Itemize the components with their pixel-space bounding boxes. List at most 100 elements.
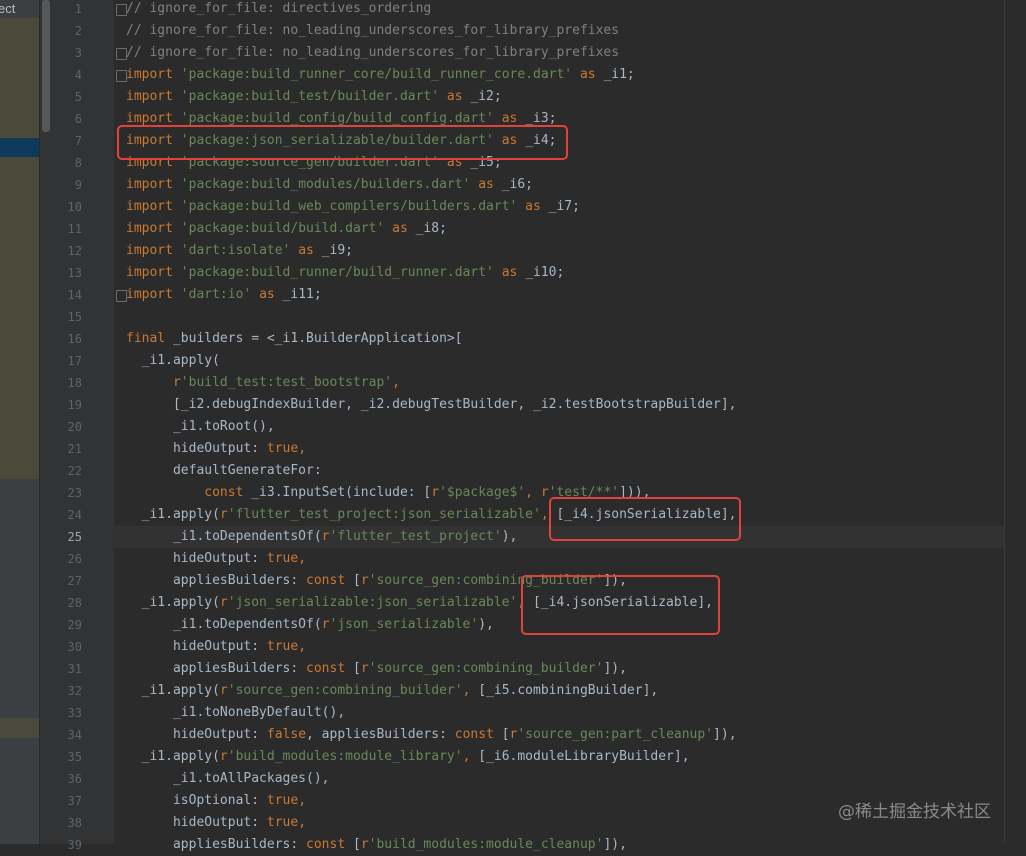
line-number[interactable]: 11	[54, 218, 82, 240]
code-token: true	[266, 551, 299, 566]
code-line[interactable]: _i1.apply(r'source_gen:combining_builder…	[126, 680, 659, 702]
line-number[interactable]: 18	[54, 372, 82, 394]
line-number[interactable]: 29	[54, 614, 82, 636]
code-line[interactable]: defaultGenerateFor:	[126, 460, 322, 482]
code-line[interactable]: // ignore_for_file: no_leading_underscor…	[126, 20, 619, 42]
code-line[interactable]: _i1.toRoot(),	[126, 416, 275, 438]
line-number[interactable]: 26	[54, 548, 82, 570]
editor-scrollbar[interactable]	[1004, 0, 1026, 844]
line-number[interactable]: 27	[54, 570, 82, 592]
line-number[interactable]: 3	[54, 42, 82, 64]
line-number[interactable]: 10	[54, 196, 82, 218]
code-token: const	[454, 727, 502, 742]
line-number[interactable]: 38	[54, 812, 82, 834]
code-token: // ignore_for_file: no_leading_underscor…	[126, 23, 620, 38]
code-line[interactable]: import 'dart:io' as _i11;	[126, 284, 322, 306]
code-line[interactable]: import 'package:build_modules/builders.d…	[126, 174, 533, 196]
code-line[interactable]: _i1.toNoneByDefault(),	[126, 702, 345, 724]
line-number[interactable]: 15	[54, 306, 82, 328]
code-line[interactable]: final _builders = <_i1.BuilderApplicatio…	[126, 328, 463, 350]
code-line[interactable]: _i1.apply(	[126, 350, 220, 372]
project-tree-rows[interactable]	[0, 18, 39, 138]
code-token: 'flutter_test_project:json_serializable'	[227, 507, 541, 522]
line-number[interactable]: 20	[54, 416, 82, 438]
code-line[interactable]: import 'package:build_runner_core/build_…	[126, 64, 635, 86]
code-token: as	[493, 265, 526, 280]
code-line[interactable]: appliesBuilders: const [r'source_gen:com…	[126, 658, 627, 680]
code-line[interactable]: import 'package:build/build.dart' as _i8…	[126, 218, 447, 240]
code-token: r	[360, 837, 369, 852]
code-token: hideOutput:	[126, 815, 267, 830]
line-number[interactable]: 22	[54, 460, 82, 482]
code-line[interactable]: _i1.toDependentsOf(r'json_serializable')…	[126, 614, 494, 636]
line-number[interactable]: 37	[54, 790, 82, 812]
project-tree-row[interactable]	[0, 718, 39, 738]
code-token: [	[352, 573, 361, 588]
line-number[interactable]: 32	[54, 680, 82, 702]
code-token: import	[126, 221, 181, 236]
code-line[interactable]: isOptional: true,	[126, 790, 306, 812]
code-line[interactable]: r'build_test:test_bootstrap',	[126, 372, 400, 394]
code-token: _i1.toAllPackages(),	[126, 771, 330, 786]
code-line[interactable]: // ignore_for_file: directives_ordering	[126, 0, 431, 20]
line-number[interactable]: 28	[54, 592, 82, 614]
line-number[interactable]: 4	[54, 64, 82, 86]
line-number[interactable]: 34	[54, 724, 82, 746]
code-line[interactable]: _i1.toDependentsOf(r'flutter_test_projec…	[126, 526, 517, 548]
line-number[interactable]: 14	[54, 284, 82, 306]
code-line[interactable]: import 'package:build_web_compilers/buil…	[126, 196, 580, 218]
code-line[interactable]: hideOutput: true,	[126, 548, 306, 570]
line-number[interactable]: 35	[54, 746, 82, 768]
line-number[interactable]: 6	[54, 108, 82, 130]
code-token: r	[321, 529, 330, 544]
project-panel[interactable]: ect	[0, 0, 39, 844]
line-number[interactable]: 30	[54, 636, 82, 658]
code-token: ,	[298, 815, 307, 830]
code-token: [	[501, 727, 510, 742]
line-number[interactable]: 9	[54, 174, 82, 196]
line-number[interactable]: 39	[54, 834, 82, 856]
line-number[interactable]: 23	[54, 482, 82, 504]
code-token: as	[470, 177, 502, 192]
code-line[interactable]: hideOutput: true,	[126, 438, 306, 460]
code-token: 'package:build_runner_core/build_runner_…	[180, 67, 573, 82]
line-number[interactable]: 31	[54, 658, 82, 680]
code-token: ,	[298, 639, 307, 654]
code-line[interactable]: _i1.toAllPackages(),	[126, 768, 330, 790]
line-number[interactable]: 36	[54, 768, 82, 790]
code-line[interactable]: _i1.apply(r'build_modules:module_library…	[126, 746, 690, 768]
code-token: _i1.toDependentsOf(	[126, 617, 322, 632]
highlight-box-jsonserializable-line-24	[549, 497, 741, 541]
project-tree-rows-lower[interactable]	[0, 157, 39, 479]
code-line[interactable]: // ignore_for_file: no_leading_underscor…	[126, 42, 619, 64]
line-number[interactable]: 12	[54, 240, 82, 262]
line-number[interactable]: 13	[54, 262, 82, 284]
code-token: _builders = <_i1.BuilderApplication>[	[172, 331, 463, 346]
code-line[interactable]: import 'dart:isolate' as _i9;	[126, 240, 353, 262]
line-number[interactable]: 5	[54, 86, 82, 108]
code-token: 'build_modules:module_library'	[227, 749, 463, 764]
code-line[interactable]: import 'package:build_runner/build_runne…	[126, 262, 564, 284]
line-number[interactable]: 7	[54, 130, 82, 152]
line-number[interactable]: 19	[54, 394, 82, 416]
project-panel-scrollbar-thumb[interactable]	[42, 0, 50, 132]
line-number[interactable]: 21	[54, 438, 82, 460]
line-number[interactable]: 24	[54, 504, 82, 526]
code-token: 'source_gen:combining_builder'	[227, 683, 463, 698]
code-token: 'dart:io'	[180, 287, 252, 302]
code-line[interactable]: import 'package:build_test/builder.dart'…	[126, 86, 502, 108]
project-tree-selected-row[interactable]	[0, 138, 39, 157]
line-number[interactable]: 2	[54, 20, 82, 42]
code-line[interactable]: hideOutput: false, appliesBuilders: cons…	[126, 724, 737, 746]
code-token: 'dart:isolate'	[180, 243, 291, 258]
line-number[interactable]: 1	[54, 0, 82, 20]
code-line[interactable]: [_i2.debugIndexBuilder, _i2.debugTestBui…	[126, 394, 737, 416]
code-line[interactable]: hideOutput: true,	[126, 812, 306, 834]
line-number[interactable]: 17	[54, 350, 82, 372]
code-line[interactable]: appliesBuilders: const [r'build_modules:…	[126, 834, 627, 856]
line-number[interactable]: 33	[54, 702, 82, 724]
line-number[interactable]: 25	[54, 526, 82, 548]
line-number[interactable]: 8	[54, 152, 82, 174]
line-number[interactable]: 16	[54, 328, 82, 350]
code-line[interactable]: hideOutput: true,	[126, 636, 306, 658]
